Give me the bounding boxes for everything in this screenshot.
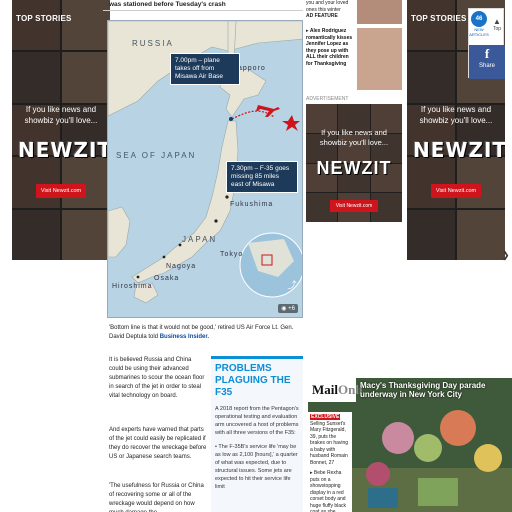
ad-top-stories-label: TOP STORIES xyxy=(16,14,72,23)
crash-map-image[interactable]: RUSSIA SEA OF JAPAN JAPAN apporo Fukushi… xyxy=(107,20,303,318)
map-label-russia: RUSSIA xyxy=(132,39,174,48)
mailonline-logo: MailOnli xyxy=(308,378,363,402)
ad-tease-text: If you like news and showbiz you'll love… xyxy=(419,105,493,125)
page: TOP STORIES If you like news and showbiz… xyxy=(0,0,512,512)
ad-feature-label: AD FEATURE xyxy=(306,13,338,19)
map-callout-missing: 7.30pm – F-35 goes missing 85 miles east… xyxy=(226,161,298,193)
problems-f35-title: PROBLEMS PLAGUING THE F35 xyxy=(215,363,291,398)
advertisement-label: ADVERTISEMENT xyxy=(306,96,349,102)
share-icon[interactable]: ⤴ xyxy=(286,279,298,291)
story-text[interactable]: you and your loved ones this winter xyxy=(306,0,354,13)
list-item[interactable]: ▸ Alex Rodriguez romantically kisses Jen… xyxy=(306,28,402,90)
visit-newzit-button[interactable]: Visit Newzit.com xyxy=(330,200,378,212)
new-articles-button[interactable]: 46 NEW ARTICLES xyxy=(469,9,489,43)
visit-newzit-button[interactable]: Visit Newzit.com xyxy=(36,184,86,198)
new-articles-count: 46 xyxy=(471,11,487,27)
image-caption: was stationed before Tuesday's crash xyxy=(109,1,226,8)
back-to-top-button[interactable]: ▲ Top xyxy=(489,9,505,43)
story-text[interactable]: ▸ Alex Rodriguez romantically kisses Jen… xyxy=(306,28,354,67)
problems-f35-intro: A 2018 report from the Pentagon's operat… xyxy=(215,406,299,436)
newzit-logo: NEWZIT xyxy=(413,138,505,162)
video-title: Macy's Thanksgiving Day parade underway … xyxy=(360,381,486,399)
story-thumbnail[interactable] xyxy=(357,0,402,24)
map-label-fukushima: Fukushima xyxy=(230,201,274,208)
list-item[interactable]: EXCLUSIVE Selling Sunset's Mary Fitzgera… xyxy=(310,414,350,466)
map-label-tokyo: Tokyo xyxy=(220,251,244,258)
map-label-sea-of-japan: SEA OF JAPAN xyxy=(116,151,197,160)
map-label-osaka: Osaka xyxy=(154,275,180,282)
photo-count-badge[interactable]: ◉ +6 xyxy=(278,304,298,313)
share-widget: 46 NEW ARTICLES ▲ Top f Share xyxy=(468,8,505,79)
arrow-up-icon: ▲ xyxy=(493,17,501,26)
newzit-ad-middle[interactable]: If you like news and showbiz you'll love… xyxy=(306,104,402,222)
paragraph-submarines: It is believed Russia and China could be… xyxy=(109,357,205,399)
map-label-sapporo: apporo xyxy=(238,65,266,72)
map-label-hiroshima: Hiroshima xyxy=(112,283,153,290)
newzit-ad-left[interactable]: TOP STORIES If you like news and showbiz… xyxy=(12,0,110,260)
ad-tease-text: If you like news and showbiz you'll love… xyxy=(319,128,389,147)
list-item[interactable]: ▸ Bebe Rexha puts on a showstopping disp… xyxy=(310,470,350,512)
newzit-logo: NEWZIT xyxy=(18,138,110,162)
map-callout-takeoff: 7.00pm – plane takes off from Misawa Air… xyxy=(170,53,240,85)
video-player[interactable]: MailOnli Macy's Thanksgiving Day parade … xyxy=(308,378,512,512)
new-articles-label: NEW ARTICLES xyxy=(469,27,489,37)
paragraph-usefulness: 'The usefulness for Russia or China of r… xyxy=(109,483,204,512)
facebook-icon: f xyxy=(484,46,490,61)
ad-top-stories-label: TOP STORIES xyxy=(411,14,467,23)
chevron-right-icon[interactable]: ❯ xyxy=(502,250,510,261)
facebook-share-button[interactable]: f Share xyxy=(469,45,505,79)
business-insider-link[interactable]: Business Insider. xyxy=(160,334,209,340)
ad-tease-text: If you like news and showbiz you'll love… xyxy=(24,105,98,125)
camera-icon: ◉ xyxy=(281,306,287,312)
list-item[interactable]: you and your loved ones this winter xyxy=(306,0,402,24)
video-side-stories: EXCLUSIVE Selling Sunset's Mary Fitzgera… xyxy=(308,412,352,512)
problems-f35-box: PROBLEMS PLAGUING THE F35 A 2018 report … xyxy=(211,356,303,512)
visit-newzit-button[interactable]: Visit Newzit.com xyxy=(431,184,481,198)
paragraph-experts: And experts have warned that parts of th… xyxy=(109,427,207,460)
problems-f35-bullet: • The F-35B's service life 'may be as lo… xyxy=(215,444,298,490)
exclusive-badge: EXCLUSIVE xyxy=(310,414,341,420)
map-label-japan: JAPAN xyxy=(182,235,218,244)
article-column: was stationed before Tuesday's crash RUS… xyxy=(103,0,303,512)
map-label-nagoya: Nagoya xyxy=(166,263,197,270)
newzit-logo: NEWZIT xyxy=(316,158,392,178)
story-thumbnail[interactable] xyxy=(357,28,402,90)
paragraph-quote: 'Bottom line is that it would not be goo… xyxy=(109,325,294,340)
